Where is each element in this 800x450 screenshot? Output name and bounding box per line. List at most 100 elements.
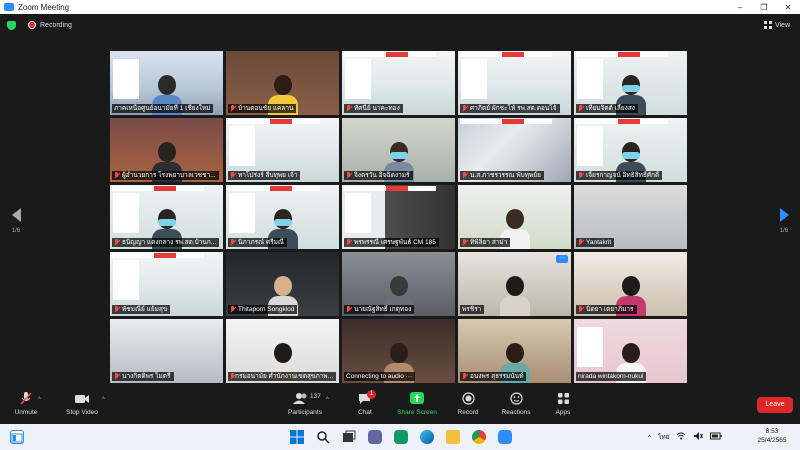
participant-video-tile[interactable]: ··· พรชิรา	[458, 252, 571, 316]
close-button[interactable]: ✕	[776, 0, 800, 14]
mic-muted-icon	[578, 172, 584, 179]
video-options-caret-icon[interactable]: ^	[102, 397, 105, 403]
participant-name-tag: Thitaporn Songklod	[228, 305, 298, 314]
apps-button[interactable]: Apps	[548, 392, 578, 416]
participant-head	[273, 343, 292, 363]
participant-name: ภาคเหนือศูนย์อนามัยที่ 1 เชียงใหม่	[114, 105, 211, 112]
participant-head	[505, 276, 524, 296]
participant-video-tile[interactable]: Connecting to audio ···	[342, 319, 455, 383]
participant-video-tile[interactable]: ธนิญญา แดงกลาง รพ.สต.บ้านก...	[110, 185, 223, 249]
participant-video-tile[interactable]: บ้านดอนชัย แคลาน	[226, 51, 339, 115]
participant-video-tile[interactable]: พรพรรณี เศรษฐพันธ์ CM 185	[342, 185, 455, 249]
participant-head	[273, 276, 292, 296]
slide-card	[461, 59, 487, 99]
volume-icon[interactable]	[693, 432, 704, 442]
participant-name-tag: นิตยา เตยาภิมาร	[576, 305, 637, 314]
participant-video-tile[interactable]: เจียรกาญจน์ อิทธิสิทธิ์ศักดิ์	[574, 118, 687, 182]
participant-name: พรชิรา	[462, 306, 482, 313]
file-explorer-icon[interactable]	[446, 430, 460, 444]
participant-video-tile[interactable]: ทิพิลิยา สาม่า	[458, 185, 571, 249]
windows-start-icon[interactable]	[290, 430, 304, 444]
participant-video-tile[interactable]: ภาคเหนือศูนย์อนามัยที่ 1 เชียงใหม่	[110, 51, 223, 115]
mic-muted-icon	[578, 306, 584, 313]
participant-name-tag: Yantakrit	[576, 238, 615, 247]
mic-muted-icon	[462, 172, 468, 179]
participant-video-tile[interactable]: ทาโปร่งร์ สีบทุพย เจ้า	[226, 118, 339, 182]
clock-time: 8:53	[765, 428, 779, 435]
participant-video-tile[interactable]: ผู้อำนวยการ โรงพยาบาลเวชชา...	[110, 118, 223, 182]
participant-head	[157, 142, 176, 162]
teams-chat-icon[interactable]	[368, 430, 382, 444]
participant-name: ศาภิตย์ ผักชะโห้ รพ.สต.ดอนโจ้	[470, 105, 557, 112]
app-icon[interactable]	[394, 430, 408, 444]
participant-name-tag: ทัศนีย์ นาคะทอง	[344, 104, 403, 113]
participant-video-tile[interactable]: nirada wintakorn-nukul	[574, 319, 687, 383]
encryption-shield-icon[interactable]	[7, 20, 16, 30]
view-button[interactable]: View	[763, 21, 790, 29]
minimize-button[interactable]: –	[728, 0, 752, 14]
apps-label: Apps	[555, 409, 571, 416]
participant-video-tile[interactable]: อนงพร สุธรรมนันท์	[458, 319, 571, 383]
edge-icon[interactable]	[420, 430, 434, 444]
unmute-button[interactable]: Unmute ^	[8, 392, 44, 416]
wifi-icon[interactable]	[676, 432, 686, 442]
reactions-button[interactable]: Reactions	[496, 392, 536, 416]
system-clock[interactable]: 8:53 25/4/2565	[752, 427, 792, 445]
chat-button[interactable]: 1 Chat	[350, 390, 380, 416]
participant-head	[621, 276, 640, 296]
maximize-button[interactable]: ❐	[752, 0, 776, 14]
participants-caret-icon[interactable]: ^	[326, 397, 329, 403]
next-page-button[interactable]: 1/6	[774, 208, 794, 234]
participant-head	[621, 343, 640, 363]
share-screen-button[interactable]: Share Screen	[394, 392, 440, 416]
zoom-app-icon	[4, 3, 14, 11]
widgets-icon[interactable]	[10, 430, 24, 444]
participant-video-tile[interactable]: นิตยา เตยาภิมาร	[574, 252, 687, 316]
slide-banner	[460, 119, 552, 124]
recording-label: Recording	[40, 21, 72, 29]
grid-view-icon	[763, 21, 772, 29]
participant-video-tile[interactable]: นางกิตติพร ไมตรี	[110, 319, 223, 383]
participant-name: ทิพิลิยา สาม่า	[470, 239, 508, 246]
slide-banner	[344, 186, 436, 191]
chevron-up-icon[interactable]: ^	[648, 434, 651, 441]
participant-video-tile[interactable]: นิภาภรณ์ ศรีมณี	[226, 185, 339, 249]
participant-name: Thitaporn Songklod	[238, 306, 295, 313]
participant-video-tile[interactable]: Yantakrit	[574, 185, 687, 249]
participant-video-tile[interactable]: จิ๋งตรวัน อิจฉิตงามร์	[342, 118, 455, 182]
record-button[interactable]: Record	[452, 392, 484, 416]
participant-name: นายณัฐสิทธิ์ เกตุทอง	[354, 306, 412, 313]
mic-muted-icon	[230, 105, 236, 112]
record-label: Record	[457, 409, 479, 416]
leave-button[interactable]: Leave	[757, 397, 793, 413]
participant-video-tile[interactable]: Thitaporn Songklod	[226, 252, 339, 316]
participant-video-tile[interactable]: เทียมจิตต์ เลี้ยงสง	[574, 51, 687, 115]
search-icon[interactable]	[316, 430, 330, 444]
participant-name-tag: ทิพิลิยา สาม่า	[460, 238, 511, 247]
participant-video-tile[interactable]: พัชมณีย์ แย้มสุข	[110, 252, 223, 316]
participant-name-tag: ธนิญญา แดงกลาง รพ.สต.บ้านก...	[112, 238, 220, 247]
participant-video-tile[interactable]: น.ส.ภาชรวรรณ พับทุพย์ย	[458, 118, 571, 182]
participant-video-tile[interactable]: นายณัฐสิทธิ์ เกตุทอง	[342, 252, 455, 316]
task-view-icon[interactable]	[342, 430, 356, 444]
chat-label: Chat	[358, 409, 372, 416]
apps-grid-icon	[548, 392, 578, 405]
participant-name: นิตยา เตยาภิมาร	[586, 306, 634, 313]
face-mask	[389, 152, 408, 159]
battery-icon[interactable]	[710, 432, 723, 442]
chat-unread-badge: 1	[367, 390, 376, 399]
audio-options-caret-icon[interactable]: ^	[38, 397, 41, 403]
tile-more-options-button[interactable]: ···	[556, 255, 568, 263]
participants-button[interactable]: 137 Participants ^	[280, 392, 330, 416]
slide-card	[229, 126, 255, 166]
previous-page-button[interactable]: 1/6	[6, 208, 26, 234]
participant-video-tile[interactable]: ศาภิตย์ ผักชะโห้ รพ.สต.ดอนโจ้	[458, 51, 571, 115]
zoom-icon[interactable]	[498, 430, 512, 444]
participant-video-tile[interactable]: ทัศนีย์ นาคะทอง	[342, 51, 455, 115]
participant-name-tag: นายณัฐสิทธิ์ เกตุทอง	[344, 305, 415, 314]
stop-video-button[interactable]: Stop Video ^	[60, 392, 105, 416]
participant-name: ผู้อำนวยการ โรงพยาบาลเวชชา...	[122, 172, 216, 179]
participant-video-tile[interactable]: กรมอนามัย ศำนักงานเขตสุขภาพ...	[226, 319, 339, 383]
input-language[interactable]: ไทย	[658, 432, 669, 442]
chrome-icon[interactable]	[472, 430, 486, 444]
